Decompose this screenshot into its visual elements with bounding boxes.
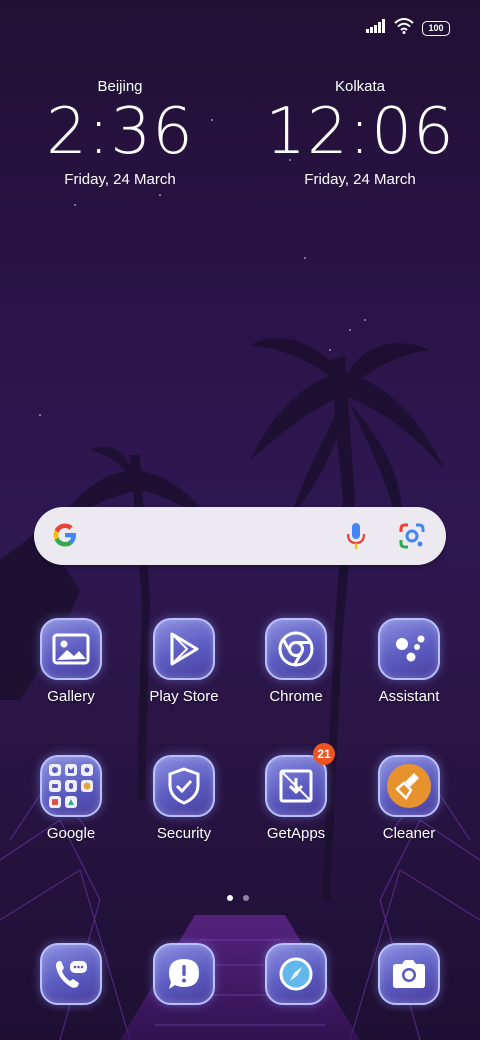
- dock-phone[interactable]: [16, 943, 126, 1005]
- clock-time: 2:36: [46, 95, 194, 169]
- app-label: Security: [156, 825, 212, 842]
- clock-date: Friday, 24 March: [64, 171, 176, 188]
- app-label: Cleaner: [382, 825, 436, 842]
- app-label: GetApps: [266, 825, 326, 842]
- camera-icon: [378, 943, 440, 1005]
- clock-time: 12:06: [265, 95, 455, 169]
- notification-badge: 21: [313, 743, 335, 765]
- google-search-bar[interactable]: [34, 507, 446, 565]
- clock-widget-kolkata[interactable]: Kolkata 12:06 Friday, 24 March: [260, 78, 460, 188]
- app-assistant[interactable]: Assistant: [354, 618, 464, 705]
- dock-camera[interactable]: [354, 943, 464, 1005]
- status-bar: 100: [366, 18, 450, 39]
- app-label: Google: [46, 825, 96, 842]
- folder-google[interactable]: Google: [16, 755, 126, 842]
- clock-city: Beijing: [97, 78, 143, 95]
- dock-browser[interactable]: [241, 943, 351, 1005]
- signal-icon: [366, 19, 386, 38]
- dock-messages[interactable]: [129, 943, 239, 1005]
- battery-indicator: 100: [422, 21, 450, 36]
- cleaner-brush-icon: [378, 755, 440, 817]
- messages-icon: [153, 943, 215, 1005]
- page-indicator: [227, 895, 249, 901]
- clock-city: Kolkata: [334, 78, 386, 95]
- app-play-store[interactable]: Play Store: [129, 618, 239, 705]
- app-label: Play Store: [149, 688, 219, 705]
- app-label: Chrome: [269, 688, 323, 705]
- clock-widget-beijing[interactable]: Beijing 2:36 Friday, 24 March: [20, 78, 220, 188]
- security-shield-icon: [153, 755, 215, 817]
- google-g-icon: [50, 520, 80, 555]
- page-dot-active: [227, 895, 233, 901]
- getapps-icon: 21: [265, 743, 335, 817]
- phone-icon: [40, 943, 102, 1005]
- clock-date: Friday, 24 March: [304, 171, 416, 188]
- gallery-icon: [40, 618, 102, 680]
- mic-icon[interactable]: [346, 522, 366, 555]
- play-store-icon: [153, 618, 215, 680]
- chrome-icon: [265, 618, 327, 680]
- app-getapps[interactable]: 21 GetApps: [241, 743, 351, 842]
- app-gallery[interactable]: Gallery: [16, 618, 126, 705]
- google-folder-icon: [40, 755, 102, 817]
- app-chrome[interactable]: Chrome: [241, 618, 351, 705]
- app-label: Gallery: [47, 688, 95, 705]
- app-security[interactable]: Security: [129, 755, 239, 842]
- app-cleaner[interactable]: Cleaner: [354, 755, 464, 842]
- wifi-icon: [394, 18, 414, 39]
- google-lens-icon[interactable]: [398, 522, 426, 555]
- compass-icon: [265, 943, 327, 1005]
- assistant-icon: [378, 618, 440, 680]
- page-dot: [243, 895, 249, 901]
- app-label: Assistant: [378, 688, 440, 705]
